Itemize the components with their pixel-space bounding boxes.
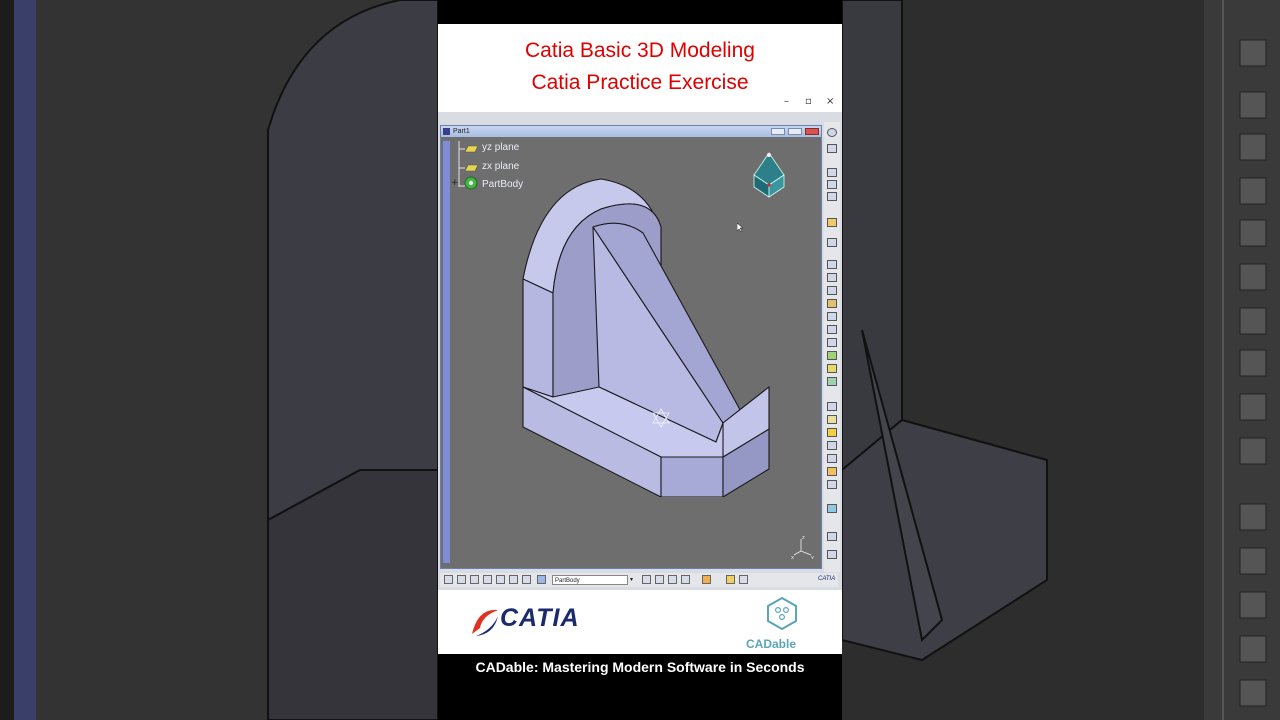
zoomed-part-left [0, 0, 438, 720]
pan-icon[interactable] [470, 575, 479, 584]
cadable-logo-text: CADable [746, 637, 797, 651]
catia-application: Part1 yz plane zx plane + PartBody z x y… [438, 112, 842, 590]
toolbar-icon[interactable] [726, 575, 735, 584]
body-select[interactable]: PartBody [552, 575, 628, 585]
fit-all-icon[interactable] [457, 575, 466, 584]
viewer-close-button[interactable] [805, 128, 819, 135]
ds-logo-icon [472, 609, 498, 636]
catia-logo-text: CATIA [500, 604, 580, 632]
hole-icon[interactable] [827, 312, 837, 321]
view-mode-icon[interactable] [522, 575, 531, 584]
thickness-icon[interactable] [827, 441, 837, 450]
sketch-icon[interactable] [827, 238, 837, 247]
toolbar-icon[interactable] [681, 575, 690, 584]
toolbar-icon[interactable] [668, 575, 677, 584]
toolbar-icon[interactable] [827, 144, 837, 153]
logo-banner: CATIA CADable [438, 590, 842, 654]
plane-icon [465, 145, 479, 153]
restore-button[interactable]: ▫ [805, 96, 812, 107]
fillet-icon[interactable] [827, 377, 837, 386]
rotate-icon[interactable] [483, 575, 492, 584]
toolbar-icon[interactable] [739, 575, 748, 584]
select-arrow-icon[interactable] [827, 218, 837, 227]
bottom-toolbar: PartBody ▾ CATIA [440, 573, 838, 587]
shell-icon[interactable] [827, 428, 837, 437]
cadable-logo-icon [767, 596, 797, 630]
apply-material-icon[interactable] [827, 550, 837, 559]
toolbar-icon[interactable] [827, 192, 837, 201]
partbody-gear-icon: + [451, 176, 478, 190]
right-toolbar [824, 122, 840, 572]
toolbar-icon[interactable] [827, 168, 837, 177]
stiffener-icon[interactable] [827, 351, 837, 360]
transform-icon[interactable] [827, 467, 837, 476]
background-zoomed-left [0, 0, 438, 720]
minimize-button[interactable]: – [784, 96, 789, 107]
axis-label-x: x [791, 555, 794, 559]
chamfer-icon[interactable] [827, 402, 837, 411]
viewer-titlebar: Part1 [441, 126, 821, 137]
measure-icon[interactable] [827, 532, 837, 541]
close-button[interactable]: × [826, 96, 834, 107]
slot-icon[interactable] [827, 338, 837, 347]
normal-view-icon[interactable] [509, 575, 518, 584]
svg-text:+: + [451, 178, 459, 188]
toolbar-icon[interactable] [642, 575, 651, 584]
fly-mode-icon[interactable] [444, 575, 453, 584]
app-window-controls: – ▫ × [438, 96, 842, 112]
video-frame: Catia Basic 3D Modeling Catia Practice E… [438, 0, 842, 720]
shaft-icon[interactable] [827, 286, 837, 295]
groove-icon[interactable] [827, 299, 837, 308]
catia-brand-mark: CATIA [818, 576, 836, 582]
3d-viewport[interactable]: yz plane zx plane + PartBody z x y [441, 137, 821, 568]
zoomed-part-right [842, 0, 1280, 720]
viewer-title: Part1 [453, 128, 470, 135]
axis-label-z: z [802, 535, 805, 541]
tree-scrollbar[interactable] [443, 141, 450, 563]
tree-item-zx-plane[interactable]: zx plane [482, 161, 519, 172]
toolbar-icon[interactable] [702, 575, 711, 584]
title-line-2: Catia Practice Exercise [531, 71, 749, 94]
3d-part-model[interactable] [511, 177, 781, 497]
toolbar-icon[interactable] [827, 180, 837, 189]
tree-item-yz-plane[interactable]: yz plane [482, 142, 519, 153]
video-caption: CADable: Mastering Modern Software in Se… [475, 659, 805, 675]
part-doc-icon [443, 128, 450, 135]
viewer-restore-button[interactable] [788, 128, 802, 135]
title-line-1: Catia Basic 3D Modeling [525, 39, 755, 62]
background-zoomed-right [842, 0, 1280, 720]
boolean-icon[interactable] [827, 504, 837, 513]
pad-icon[interactable] [827, 260, 837, 269]
rib-icon[interactable] [827, 325, 837, 334]
axis-triad-icon: z x y [791, 535, 814, 559]
settings-gear-icon[interactable] [827, 128, 837, 137]
mirror-icon[interactable] [827, 480, 837, 489]
part-viewer-window: Part1 yz plane zx plane + PartBody z x y [440, 125, 822, 569]
loft-icon[interactable] [827, 364, 837, 373]
toolbar-icon[interactable] [655, 575, 664, 584]
draft-icon[interactable] [827, 415, 837, 424]
zoom-in-icon[interactable] [496, 575, 505, 584]
plane-icon [465, 164, 479, 172]
pocket-icon[interactable] [827, 273, 837, 282]
viewer-minimize-button[interactable] [771, 128, 785, 135]
chevron-down-icon[interactable]: ▾ [630, 576, 633, 583]
axis-label-y: y [811, 555, 814, 559]
thread-icon[interactable] [827, 454, 837, 463]
render-style-icon[interactable] [537, 575, 546, 584]
